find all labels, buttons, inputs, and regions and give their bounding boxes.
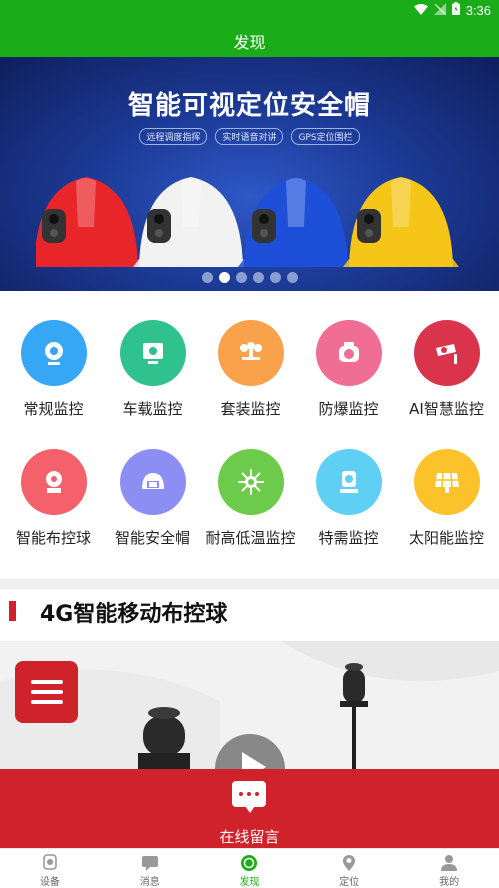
special-camera-icon (315, 449, 382, 515)
category-item[interactable]: 智能布控球 (4, 449, 103, 548)
vehicle-monitor-icon (119, 320, 186, 386)
temperature-icon (217, 449, 284, 515)
carousel-dots (0, 272, 499, 283)
category-label: AI智慧监控 (409, 400, 484, 418)
helmets-image (36, 177, 459, 267)
helmet-red (36, 177, 144, 267)
battery-icon (451, 2, 460, 19)
video-preview[interactable] (0, 641, 499, 769)
carousel-dot[interactable] (252, 272, 264, 283)
category-item[interactable]: 智能安全帽 (103, 449, 202, 548)
device-icon (0, 854, 100, 872)
tab-message[interactable]: 消息 (100, 849, 200, 888)
category-grid: 常规监控 车载监控 套装监控 防爆监控 AI智慧监控智能布控球 智能安全帽 耐高低温监控 特需… (0, 291, 499, 579)
chat-bubble-icon (232, 781, 266, 813)
category-label: 防爆监控 (318, 400, 379, 418)
dome-camera-icon (20, 449, 87, 515)
tab-label: 定位 (339, 877, 360, 888)
ai-camera-icon (413, 320, 480, 386)
wifi-icon (413, 3, 428, 19)
category-label: 太阳能监控 (408, 529, 484, 547)
message-icon (100, 854, 200, 872)
category-label: 常规监控 (23, 400, 84, 418)
section-title: 4G智能移动布控球 (40, 602, 228, 627)
category-label: 套装监控 (220, 400, 281, 418)
helmet-icon (119, 449, 186, 515)
category-item[interactable]: 太阳能监控 (397, 449, 496, 548)
tab-profile[interactable]: 我的 (399, 849, 499, 888)
tab-label: 消息 (139, 877, 160, 888)
page-title: 发现 (233, 35, 266, 52)
solar-panel-icon (413, 449, 480, 515)
carousel-dot[interactable] (286, 272, 298, 283)
tab-device[interactable]: 设备 (0, 849, 100, 888)
category-label: 智能布控球 (15, 529, 91, 547)
no-signal-icon (433, 2, 446, 19)
bottom-tab-bar: 设备 消息 发现 定位 我的 (0, 848, 499, 888)
category-item[interactable]: 车载监控 (103, 320, 202, 419)
banner-tag: 实时语音对讲 (215, 128, 284, 145)
camera-set-icon (217, 320, 284, 386)
section-header: 4G智能移动布控球 (0, 589, 499, 641)
tab-discover[interactable]: 发现 (200, 849, 300, 888)
carousel-dot[interactable] (218, 272, 230, 283)
tab-label: 我的 (439, 877, 460, 888)
category-label: 车载监控 (122, 400, 183, 418)
top-bar: 3:36 发现 (0, 0, 499, 57)
category-label: 耐高低温监控 (205, 529, 296, 547)
category-item[interactable]: AI智慧监控 (397, 320, 496, 419)
category-item[interactable]: 防爆监控 (299, 320, 398, 419)
banner-carousel[interactable]: 智能可视定位安全帽 远程调度指挥 实时语音对讲 GPS定位围栏 (0, 57, 499, 291)
banner-tag: 远程调度指挥 (139, 128, 208, 145)
helmet-white (133, 177, 249, 267)
menu-button[interactable] (15, 661, 78, 723)
online-message-label: 在线留言 (219, 828, 280, 846)
divider (0, 579, 499, 589)
banner-title: 智能可视定位安全帽 (127, 91, 371, 121)
tab-location[interactable]: 定位 (299, 849, 399, 888)
category-item[interactable]: 耐高低温监控 (201, 449, 300, 548)
helmet-blue (238, 177, 354, 267)
explosion-proof-camera-icon (315, 320, 382, 386)
status-bar: 3:36 (0, 0, 499, 20)
category-label: 特需监控 (318, 529, 379, 547)
helmet-yellow (343, 177, 459, 267)
discover-icon (200, 854, 300, 872)
tab-label: 发现 (239, 877, 260, 888)
category-item[interactable]: 套装监控 (201, 320, 300, 419)
carousel-dot[interactable] (269, 272, 281, 283)
location-icon (299, 854, 399, 872)
category-item[interactable]: 常规监控 (4, 320, 103, 419)
banner-tags: 远程调度指挥 实时语音对讲 GPS定位围栏 (0, 128, 499, 145)
profile-icon (399, 854, 499, 872)
section-accent-bar (9, 601, 16, 621)
online-message-button[interactable]: 在线留言 (0, 769, 499, 848)
tab-label: 设备 (39, 877, 60, 888)
status-time: 3:36 (465, 3, 491, 18)
carousel-dot[interactable] (201, 272, 213, 283)
category-item[interactable]: 特需监控 (299, 449, 398, 548)
webcam-icon (20, 320, 87, 386)
banner-tag: GPS定位围栏 (291, 128, 360, 145)
carousel-dot[interactable] (235, 272, 247, 283)
category-label: 智能安全帽 (114, 529, 190, 547)
